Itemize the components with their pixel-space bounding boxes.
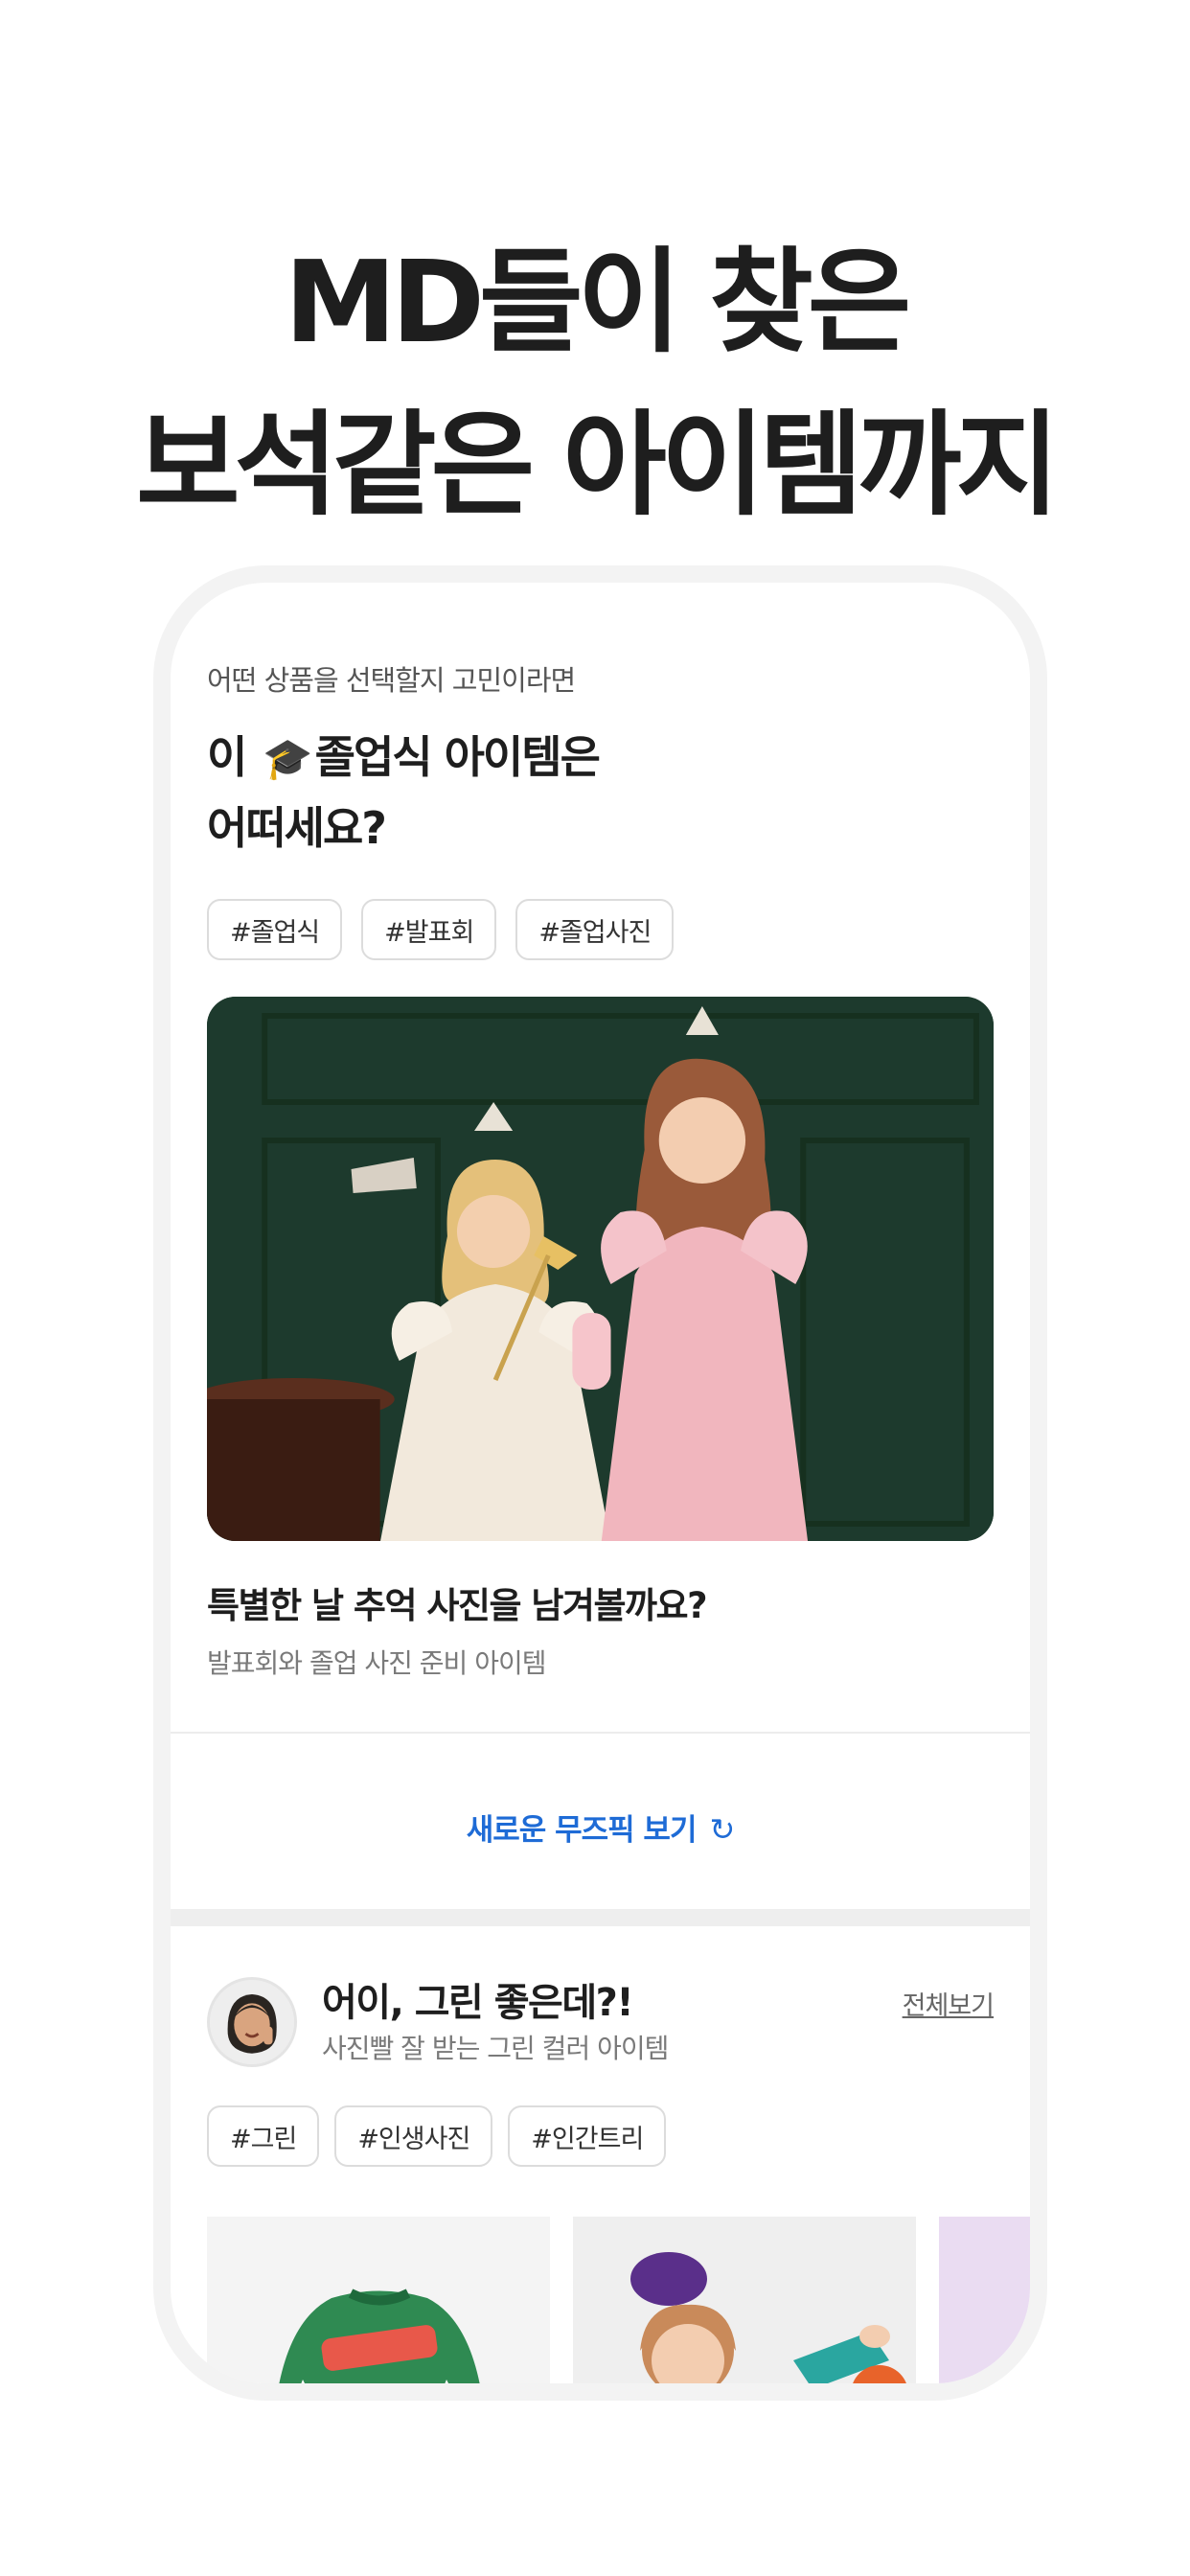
refresh-icon: ↻: [709, 1811, 735, 1848]
refresh-label: 새로운 무즈픽 보기: [466, 1813, 698, 1848]
tag-list: #졸업식 #발표회 #졸업사진: [207, 899, 994, 960]
tag-recital[interactable]: #발표회: [361, 899, 497, 960]
curator-avatar-image: [210, 1980, 294, 2064]
photo-caption-subtitle: 발표회와 졸업 사진 준비 아이템: [207, 1647, 546, 1679]
product-carousel[interactable]: [207, 2217, 1030, 2383]
girl-headband-image: [573, 2217, 916, 2383]
hero-line-1: MD들이 찾은: [284, 236, 912, 368]
tag-human-tree[interactable]: #인간트리: [508, 2105, 667, 2167]
see-all-link[interactable]: 전체보기: [903, 1985, 995, 2022]
title-suffix: 졸업식 아이템은: [314, 731, 601, 783]
avatar: [207, 1977, 297, 2067]
green-sweatshirt-image: [207, 2217, 550, 2383]
product-card[interactable]: [939, 2217, 1030, 2383]
phone-frame: 어떤 상품을 선택할지 고민이라면 이 🎓졸업식 아이템은 어떠세요? #졸업식…: [153, 565, 1047, 2401]
graduation-cap-icon: 🎓: [263, 735, 312, 782]
curation-section: 어떤 상품을 선택할지 고민이라면 이 🎓졸업식 아이템은 어떠세요? #졸업식…: [207, 661, 994, 1681]
tag-life-photo[interactable]: #인생사진: [334, 2105, 493, 2167]
hero-line-2: 보석같은 아이템까지: [135, 399, 1060, 531]
section-title: 이 🎓졸업식 아이템은 어떠세요?: [207, 723, 994, 862]
tag-graduation-photo[interactable]: #졸업사진: [515, 899, 675, 960]
section-separator: [171, 1909, 1030, 1926]
title-line-2: 어떠세요?: [207, 802, 387, 854]
tag-list: #그린 #인생사진 #인간트리: [207, 2105, 994, 2167]
tag-green[interactable]: #그린: [207, 2105, 320, 2167]
photo-caption-title: 특별한 날 추억 사진을 남겨볼까요?: [207, 1585, 708, 1626]
title-prefix: 이: [207, 731, 247, 783]
green-items-section: 어이, 그린 좋은데?! 사진빨 잘 받는 그린 컬러 아이템 전체보기 #그린…: [207, 1977, 995, 2167]
product-card[interactable]: [207, 2217, 550, 2383]
refresh-picks-button[interactable]: 새로운 무즈픽 보기 ↻: [171, 1806, 1030, 1849]
section-eyebrow: 어떤 상품을 선택할지 고민이라면: [207, 664, 576, 697]
tag-graduation[interactable]: #졸업식: [207, 899, 343, 960]
section-subtitle: 사진빨 잘 받는 그린 컬러 아이템: [322, 2033, 669, 2064]
product-card[interactable]: [573, 2217, 916, 2383]
kids-costume-photo: [207, 997, 994, 1541]
app-screen: 어떤 상품을 선택할지 고민이라면 이 🎓졸업식 아이템은 어떠세요? #졸업식…: [171, 583, 1030, 2383]
section-title: 어이, 그린 좋은데?!: [322, 1981, 634, 2025]
featured-photo[interactable]: [207, 997, 994, 1541]
hero-headline: MD들이 찾은 보석같은 아이템까지: [0, 220, 1190, 546]
divider: [171, 1732, 1030, 1734]
